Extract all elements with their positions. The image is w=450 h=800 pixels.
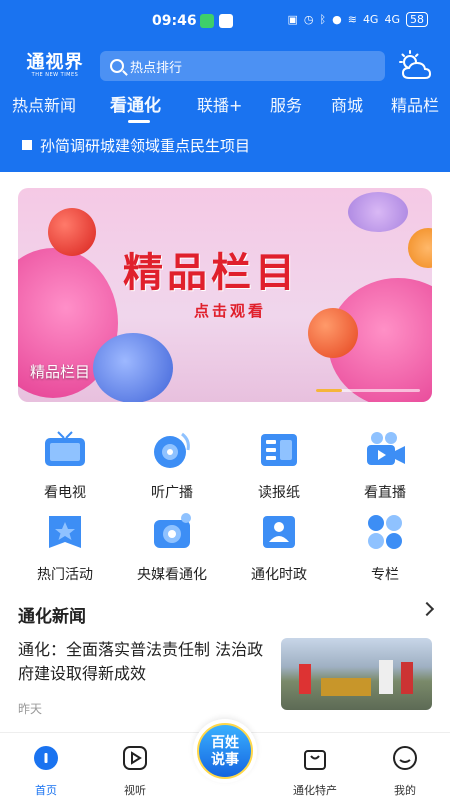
citizen-voice-badge: 百姓 说事 (197, 723, 253, 779)
tv-icon (45, 431, 85, 466)
center-label-bottom: 说事 (211, 752, 239, 768)
play-icon (123, 746, 147, 770)
thumb-person (299, 664, 311, 694)
newspaper-icon (261, 434, 297, 466)
grid-circles-icon (368, 515, 402, 549)
star-flag-icon (49, 516, 81, 548)
location-icon: ● (332, 13, 342, 26)
radio-icon (154, 432, 190, 468)
center-label-top: 百姓 (211, 735, 239, 751)
headline-ticker[interactable]: 孙简调研城建领域重点民生项目 (22, 134, 432, 156)
banner-subtitle: 点击观看 (194, 302, 267, 320)
nav-label: 通化特产 (293, 784, 337, 797)
banner-title: 精品栏目 (123, 249, 299, 296)
service-label: 看直播 (364, 485, 406, 501)
news-headline: 通化：全面落实普法责任制 法治政府建设取得新成效 (18, 640, 264, 683)
news-list-item[interactable]: 通化：全面落实普法责任制 法治政府建设取得新成效 昨天 (18, 638, 432, 728)
service-label: 读报纸 (258, 485, 300, 501)
service-central-media[interactable]: 央媒看通化 (127, 512, 217, 584)
service-watch-tv[interactable]: 看电视 (20, 430, 110, 502)
nav-specialties[interactable]: 通化特产 (280, 745, 350, 798)
app-logo[interactable]: 通视界 THE NEW TIMES (22, 48, 88, 82)
nav-label: 我的 (394, 784, 416, 797)
banner-decoration (93, 333, 173, 402)
banner-pager-active (316, 389, 342, 392)
search-bar[interactable]: 热点排行 (100, 51, 385, 81)
partly-cloudy-icon[interactable] (397, 50, 433, 82)
media-camera-icon (154, 513, 191, 548)
status-bar: 09:46 ▣ ◷ ᛒ ● ≋ 4G 4G 58 (0, 8, 450, 36)
tab-premium[interactable]: 精品栏 (391, 92, 439, 116)
notification-app-icon (219, 14, 233, 28)
status-indicators: ▣ ◷ ᛒ ● ≋ 4G 4G 58 (287, 12, 428, 27)
thumb-booth (321, 678, 371, 696)
home-icon (34, 746, 58, 770)
service-live[interactable]: 看直播 (340, 430, 430, 502)
banner-decoration (348, 192, 408, 232)
thumb-person (379, 660, 393, 694)
live-camera-icon (367, 432, 405, 465)
search-icon (110, 59, 124, 73)
nav-media[interactable]: 视听 (100, 745, 170, 798)
main-content: 精品栏目 点击观看 精品栏目 看电视 听广播 读报纸 看直播 热门活动 央媒看通… (0, 172, 450, 732)
service-activities[interactable]: 热门活动 (20, 512, 110, 584)
thumb-person (401, 662, 413, 694)
tab-tonghua[interactable]: 看通化 (110, 91, 161, 116)
banner-caption: 精品栏目 (30, 363, 91, 381)
nav-citizen-voice[interactable]: 百姓 说事 (193, 719, 257, 783)
news-timestamp: 昨天 (18, 702, 43, 716)
tab-hot-news[interactable]: 热点新闻 (12, 92, 76, 116)
tab-services[interactable]: 服务 (270, 92, 302, 116)
signal-icon: 4G (362, 13, 379, 26)
tab-broadcast-plus[interactable]: 联播+ (197, 92, 242, 116)
ticker-text: 孙简调研城建领域重点民生项目 (40, 136, 251, 155)
news-section-title: 通化新闻 (18, 607, 86, 627)
service-label: 听广播 (151, 485, 193, 501)
nfc-icon: ▣ (287, 13, 298, 26)
signal-icon-2: 4G (384, 13, 400, 26)
wifi-icon: ≋ (347, 13, 357, 26)
service-label: 专栏 (371, 567, 399, 583)
service-label: 热门活动 (37, 567, 93, 583)
service-label: 通化时政 (251, 567, 307, 583)
active-tab-indicator (128, 120, 150, 123)
news-thumbnail (281, 638, 432, 710)
service-label: 央媒看通化 (137, 567, 207, 583)
service-label: 看电视 (44, 485, 86, 501)
search-placeholder: 热点排行 (130, 60, 183, 76)
banner-decoration (308, 308, 358, 358)
chevron-right-icon[interactable] (419, 601, 435, 617)
tab-mall[interactable]: 商城 (331, 92, 363, 116)
person-card-icon (263, 516, 295, 548)
shopping-bag-icon (304, 750, 326, 770)
bottom-nav: 首页 视听 百姓 说事 通化特产 我的 (0, 719, 450, 800)
news-section-header[interactable]: 通化新闻 (18, 601, 435, 627)
service-newspaper[interactable]: 读报纸 (234, 430, 324, 502)
wechat-icon (200, 14, 214, 28)
logo-subtext: THE NEW TIMES (31, 72, 79, 78)
logo-text: 通视界 (26, 52, 84, 73)
app-header: 09:46 ▣ ◷ ᛒ ● ≋ 4G 4G 58 通视界 THE NEW TIM… (0, 0, 450, 172)
alarm-icon: ◷ (303, 13, 314, 26)
service-columns[interactable]: 专栏 (340, 512, 430, 584)
channel-tabs: 热点新闻 看通化 联播+ 服务 商城 精品栏 (0, 88, 450, 120)
profile-face-icon (393, 746, 417, 770)
ticker-bullet-icon (22, 140, 32, 150)
service-radio[interactable]: 听广播 (127, 430, 217, 502)
nav-home[interactable]: 首页 (11, 745, 81, 798)
battery-indicator: 58 (406, 12, 428, 27)
nav-label: 视听 (124, 784, 146, 797)
promo-banner[interactable]: 精品栏目 点击观看 精品栏目 (18, 188, 432, 402)
bluetooth-icon: ᛒ (319, 13, 327, 26)
nav-label: 首页 (35, 784, 57, 797)
nav-profile[interactable]: 我的 (370, 745, 440, 798)
service-politics[interactable]: 通化时政 (234, 512, 324, 584)
status-time: 09:46 (152, 13, 197, 29)
banner-decoration (408, 228, 432, 268)
banner-decoration (48, 208, 96, 256)
